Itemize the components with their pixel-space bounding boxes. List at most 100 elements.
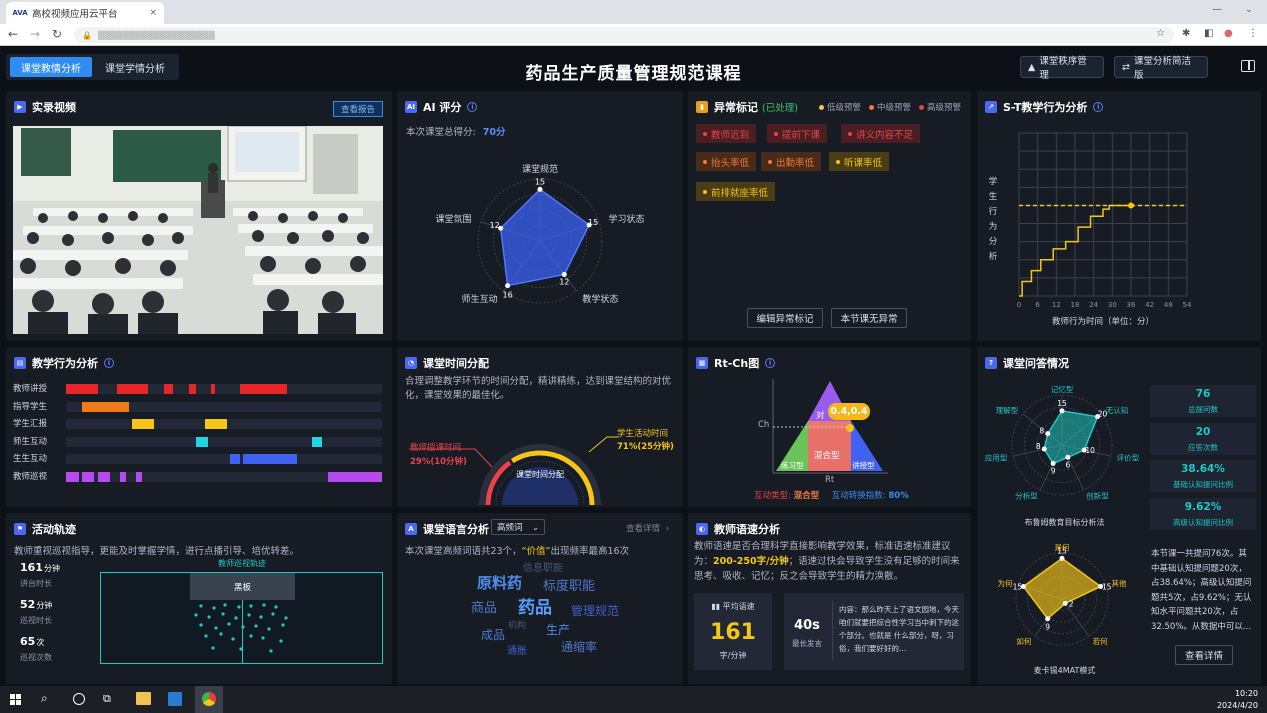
chrome-icon: [202, 692, 216, 706]
track-stat-label: 讲台时长: [20, 579, 52, 588]
qa-summary: 本节课一共提问76次。其中基础认知提问题20次，占38.64%；高级认知提问题共…: [1151, 549, 1252, 632]
no-anomaly-button[interactable]: 本节课无异常: [831, 308, 907, 328]
radar-axis-label: 分析型: [1015, 490, 1038, 500]
info-icon[interactable]: i: [104, 358, 114, 368]
tab-close-icon[interactable]: ×: [149, 8, 157, 18]
qa-stat-value: 38.64%: [1181, 463, 1225, 475]
menu-icon[interactable]: ⋮: [1248, 28, 1258, 39]
radar-axis-label: 师生互动: [462, 293, 498, 305]
behavior-segment: [116, 384, 149, 394]
behavior-segment: [211, 384, 215, 394]
start-icon[interactable]: [10, 694, 21, 705]
radar-value-label: 9: [1045, 623, 1050, 632]
patrol-point: [261, 636, 265, 640]
warning-dot-icon: [768, 159, 772, 164]
chevron-down-icon[interactable]: ⌄: [1245, 5, 1253, 15]
anomaly-tag: 抬头率低: [696, 152, 757, 171]
patrol-points: [194, 603, 288, 653]
patrol-point: [231, 637, 235, 641]
bookmark-icon: ▮: [696, 101, 708, 113]
longest-speech-value: 40s: [794, 618, 820, 633]
classroom-video[interactable]: [13, 126, 383, 334]
behavior-segment: [242, 454, 297, 464]
avg-speed-label-text: 平均语速: [722, 602, 755, 611]
view-report-button[interactable]: 查看报告: [333, 101, 383, 117]
class-order-button[interactable]: ▲ 课堂秩序管理: [1020, 56, 1104, 81]
track-description: 教师重视巡视指导，更能及时掌握学情，进行点播引导、培优转差。: [14, 546, 300, 557]
qa-icon: ?: [985, 357, 997, 369]
edit-anomaly-button[interactable]: 编辑异常标记: [747, 308, 823, 328]
chrome-taskbar-button[interactable]: [195, 686, 223, 713]
warning-dot-icon: [703, 159, 707, 164]
word-cloud-word: 机构: [508, 621, 527, 631]
radar-value-label: 16: [503, 291, 513, 300]
anomaly-legend: 低级预警 中级预警 高级预警: [811, 101, 961, 113]
st-x-tick: 42: [1145, 301, 1154, 309]
radar-point: [1041, 446, 1047, 452]
reload-icon[interactable]: ↻: [52, 27, 62, 41]
patrol-point: [214, 626, 218, 630]
forward-icon[interactable]: →: [30, 27, 40, 41]
stamp-icon: ▲: [1028, 61, 1036, 73]
student-time-value: 71%(25分钟): [617, 442, 674, 452]
anomaly-tag-label: 出勤率低: [776, 157, 815, 169]
legend-label: 高级预警: [927, 103, 962, 113]
extensions-icon[interactable]: ✱: [1182, 28, 1190, 39]
info-icon[interactable]: i: [765, 358, 776, 368]
behavior-title-text: 教学行为分析: [32, 357, 98, 370]
behavior-segment: [135, 471, 142, 482]
cortana-icon[interactable]: [73, 693, 85, 705]
radar-axis-label: 学习状态: [608, 213, 644, 225]
ai-radar-chart: 15 15 12 16 12 课堂规范学习状态教学状态 师生互动 课堂氛围: [436, 163, 645, 305]
speed-title-text: 教师语速分析: [714, 523, 780, 536]
teacher-time-value: 29%(10分钟): [410, 457, 467, 467]
st-x-tick: 48: [1164, 301, 1173, 309]
profile-icon[interactable]: ●: [1224, 28, 1233, 39]
patrol-point: [262, 603, 266, 607]
track-stat-unit: 分钟: [43, 564, 60, 573]
sidebar-icon[interactable]: ◧: [1204, 28, 1213, 39]
st-line-chart: 061218243036424854051015202530354045教师行为…: [1017, 132, 1192, 327]
info-icon[interactable]: i: [1093, 102, 1104, 112]
track-stat: 65次: [20, 635, 44, 648]
store-icon[interactable]: [168, 692, 182, 706]
task-view-icon[interactable]: ⧉: [103, 692, 111, 706]
patrol-map: 黑板: [100, 572, 383, 664]
anomaly-panel: ▮ 异常标记 (已处理) 低级预警 中级预警 高级预警 编辑异常标记 本节课无异常 …: [688, 91, 971, 341]
file-explorer-icon[interactable]: [136, 692, 151, 705]
type-label: 互动类型:: [754, 491, 791, 501]
anomaly-tag-label: 前排就座率低: [711, 187, 769, 199]
minimize-icon[interactable]: —: [1212, 4, 1222, 15]
chart-icon: ↗: [985, 101, 997, 113]
radar-value-label: 15: [535, 177, 545, 186]
star-icon[interactable]: ☆: [1156, 28, 1165, 39]
track-title-text: 活动轨迹: [32, 523, 76, 536]
legend-dot-icon: [919, 104, 925, 110]
mcc-caption: 麦卡锡4MAT模式: [1033, 666, 1096, 675]
simple-version-button[interactable]: ⇄ 课堂分析简洁版: [1114, 56, 1208, 81]
behavior-segment: [97, 471, 111, 482]
behavior-track: [66, 384, 382, 394]
word-cloud-word: 通胀: [507, 646, 527, 657]
word-type-select[interactable]: 高频词 ⌄: [491, 519, 545, 535]
address-bar[interactable]: 🔒 ▒▒▒▒▒▒▒▒▒▒▒▒▒▒▒▒▒▒▒: [74, 27, 1174, 43]
search-icon[interactable]: ⌕: [41, 691, 48, 706]
browser-tab[interactable]: AVA 高校视频应用云平台 ×: [6, 2, 164, 24]
mcc-radar-chart: 15152915是何其他若何如何为何: [998, 542, 1127, 646]
qa-detail-button[interactable]: 查看详情: [1175, 645, 1233, 665]
video-title: ▶ 实录视频: [14, 99, 76, 115]
layout-toggle-icon[interactable]: [1241, 60, 1255, 72]
info-icon[interactable]: i: [467, 102, 478, 112]
word-cloud-word: 药品: [518, 598, 552, 618]
radar-axis-label: 如何: [1016, 636, 1031, 646]
patrol-point: [227, 622, 231, 626]
anomaly-tag: 教师迟到: [696, 124, 757, 143]
language-detail-link[interactable]: 查看详情 ›: [626, 522, 669, 534]
qa-stat-label: 应答次数: [1188, 442, 1218, 452]
track-title: ⚑ 活动轨迹: [14, 521, 76, 537]
word-cloud-word: 标度职能: [543, 579, 596, 594]
radar-point: [1059, 555, 1065, 561]
language-title: A 课堂语言分析: [405, 521, 489, 537]
back-icon[interactable]: ←: [8, 27, 18, 41]
class-order-label: 课堂秩序管理: [1039, 56, 1087, 81]
